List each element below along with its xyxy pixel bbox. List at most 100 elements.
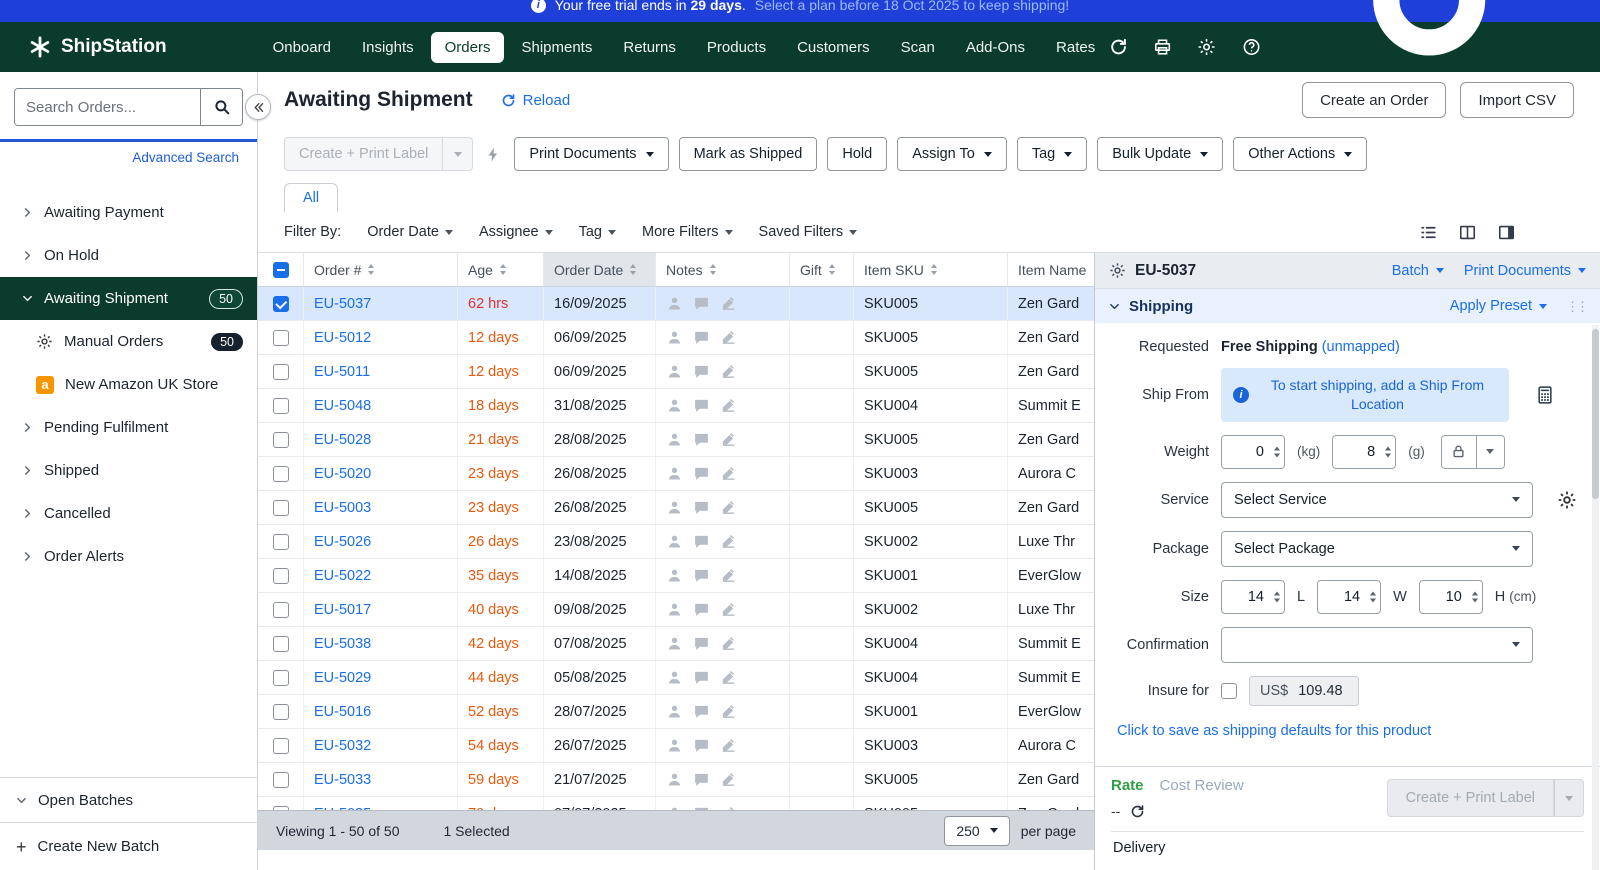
column-order-date[interactable]: Order Date	[544, 253, 656, 286]
assign-to-button[interactable]: Assign To	[897, 137, 1007, 171]
assignee-icon[interactable]	[666, 397, 683, 414]
note-bubble-icon[interactable]	[693, 669, 710, 686]
note-bubble-icon[interactable]	[693, 329, 710, 346]
nav-add-ons[interactable]: Add-Ons	[952, 32, 1039, 63]
create-print-label-button[interactable]: Create + Print Label	[1387, 779, 1554, 817]
note-bubble-icon[interactable]	[693, 703, 710, 720]
sidebar-item-shipped[interactable]: Shipped	[0, 449, 257, 492]
save-shipping-defaults-link[interactable]: Click to save as shipping defaults for t…	[1117, 723, 1586, 739]
column-notes[interactable]: Notes	[656, 253, 790, 286]
row-checkbox[interactable]	[273, 500, 289, 516]
lock-button[interactable]	[1441, 435, 1477, 469]
note-bubble-icon[interactable]	[693, 567, 710, 584]
sidebar-item-cancelled[interactable]: Cancelled	[0, 492, 257, 535]
table-row[interactable]: EU-5037 62 hrs 16/09/2025 SKU005 Zen Gar…	[258, 287, 1094, 321]
assignee-icon[interactable]	[666, 499, 683, 516]
order-number-link[interactable]: EU-5020	[314, 466, 371, 482]
search-button[interactable]	[200, 89, 242, 125]
note-bubble-icon[interactable]	[693, 499, 710, 516]
insure-checkbox[interactable]	[1221, 683, 1237, 699]
edit-note-icon[interactable]	[720, 295, 737, 312]
row-checkbox[interactable]	[273, 398, 289, 414]
table-row[interactable]: EU-5048 18 days 31/08/2025 SKU004 Summit…	[258, 389, 1094, 423]
create-an-order-button[interactable]: Create an Order	[1302, 82, 1446, 118]
order-number-link[interactable]: EU-5016	[314, 704, 371, 720]
assignee-icon[interactable]	[666, 771, 683, 788]
assignee-icon[interactable]	[666, 533, 683, 550]
order-number-link[interactable]: EU-5048	[314, 398, 371, 414]
note-bubble-icon[interactable]	[693, 295, 710, 312]
column-age[interactable]: Age	[458, 253, 544, 286]
order-number-link[interactable]: EU-5012	[314, 330, 371, 346]
create-print-label-button[interactable]: Create + Print Label	[284, 137, 443, 171]
sidebar-item-awaiting-payment[interactable]: Awaiting Payment	[0, 191, 257, 234]
row-checkbox[interactable]	[273, 466, 289, 482]
row-checkbox[interactable]	[273, 670, 289, 686]
note-bubble-icon[interactable]	[693, 363, 710, 380]
edit-note-icon[interactable]	[720, 601, 737, 618]
order-number-link[interactable]: EU-5032	[314, 738, 371, 754]
insure-amount-field[interactable]: US$ 109.48	[1249, 676, 1359, 706]
stepper-arrows[interactable]	[1370, 591, 1376, 602]
filter-saved-filters[interactable]: Saved Filters	[759, 224, 858, 240]
assignee-icon[interactable]	[666, 737, 683, 754]
stepper-arrows[interactable]	[1385, 446, 1391, 457]
assignee-icon[interactable]	[666, 295, 683, 312]
help-icon[interactable]	[1242, 37, 1261, 57]
table-row[interactable]: EU-5022 35 days 14/08/2025 SKU001 EverGl…	[258, 559, 1094, 593]
edit-note-icon[interactable]	[720, 567, 737, 584]
sidebar-collapse-button[interactable]	[245, 94, 271, 120]
note-bubble-icon[interactable]	[693, 601, 710, 618]
confirmation-select[interactable]	[1221, 627, 1533, 663]
nav-insights[interactable]: Insights	[348, 32, 428, 63]
edit-note-icon[interactable]	[720, 329, 737, 346]
other-actions-button[interactable]: Other Actions	[1233, 137, 1367, 171]
advanced-search-link[interactable]: Advanced Search	[18, 150, 239, 165]
table-row[interactable]: EU-5029 44 days 05/08/2025 SKU004 Summit…	[258, 661, 1094, 695]
row-checkbox[interactable]	[273, 772, 289, 788]
assignee-icon[interactable]	[666, 635, 683, 652]
sidebar-item-awaiting-shipment[interactable]: Awaiting Shipment 50	[0, 277, 257, 320]
stepper-arrows[interactable]	[1274, 446, 1280, 457]
lightning-icon[interactable]	[485, 146, 502, 163]
order-number-link[interactable]: EU-5038	[314, 636, 371, 652]
stepper-arrows[interactable]	[1472, 591, 1478, 602]
table-row[interactable]: EU-5038 42 days 07/08/2025 SKU004 Summit…	[258, 627, 1094, 661]
table-row[interactable]: EU-5016 52 days 28/07/2025 SKU001 EverGl…	[258, 695, 1094, 729]
nav-rates[interactable]: Rates	[1042, 32, 1109, 63]
hold-button[interactable]: Hold	[827, 137, 887, 171]
nav-customers[interactable]: Customers	[783, 32, 884, 63]
print-documents-button[interactable]: Print Documents	[514, 137, 668, 171]
table-row[interactable]: EU-5011 12 days 06/09/2025 SKU005 Zen Ga…	[258, 355, 1094, 389]
open-batches-toggle[interactable]: Open Batches	[0, 777, 257, 822]
table-row[interactable]: EU-5035 70 days 07/07/2025 SKU005 Zen Ga…	[258, 797, 1094, 810]
edit-note-icon[interactable]	[720, 431, 737, 448]
order-number-link[interactable]: EU-5026	[314, 534, 371, 550]
table-row[interactable]: EU-5028 21 days 28/08/2025 SKU005 Zen Ga…	[258, 423, 1094, 457]
table-row[interactable]: EU-5033 59 days 21/07/2025 SKU005 Zen Ga…	[258, 763, 1094, 797]
edit-note-icon[interactable]	[720, 771, 737, 788]
column-gift[interactable]: Gift	[790, 253, 854, 286]
cost-review-tab[interactable]: Cost Review	[1160, 777, 1244, 794]
row-checkbox[interactable]	[273, 296, 289, 312]
rate-calculator-icon[interactable]	[1535, 385, 1555, 405]
assignee-icon[interactable]	[666, 465, 683, 482]
order-number-link[interactable]: EU-5022	[314, 568, 371, 584]
columns-view-icon[interactable]	[1458, 223, 1477, 242]
service-settings-gear-icon[interactable]	[1557, 490, 1577, 510]
edit-note-icon[interactable]	[720, 363, 737, 380]
nav-orders[interactable]: Orders	[431, 32, 505, 63]
tab-all[interactable]: All	[284, 183, 338, 212]
filter-more-filters[interactable]: More Filters	[642, 224, 733, 240]
filter-assignee[interactable]: Assignee	[479, 224, 553, 240]
row-checkbox[interactable]	[273, 568, 289, 584]
column-item-name[interactable]: Item Name	[1008, 253, 1094, 286]
row-checkbox[interactable]	[273, 330, 289, 346]
reload-button[interactable]: Reload	[501, 92, 571, 109]
nav-scan[interactable]: Scan	[887, 32, 949, 63]
order-number-link[interactable]: EU-5037	[314, 296, 371, 312]
edit-note-icon[interactable]	[720, 737, 737, 754]
create-print-label-dropdown[interactable]	[443, 137, 473, 171]
note-bubble-icon[interactable]	[693, 737, 710, 754]
row-checkbox[interactable]	[273, 636, 289, 652]
